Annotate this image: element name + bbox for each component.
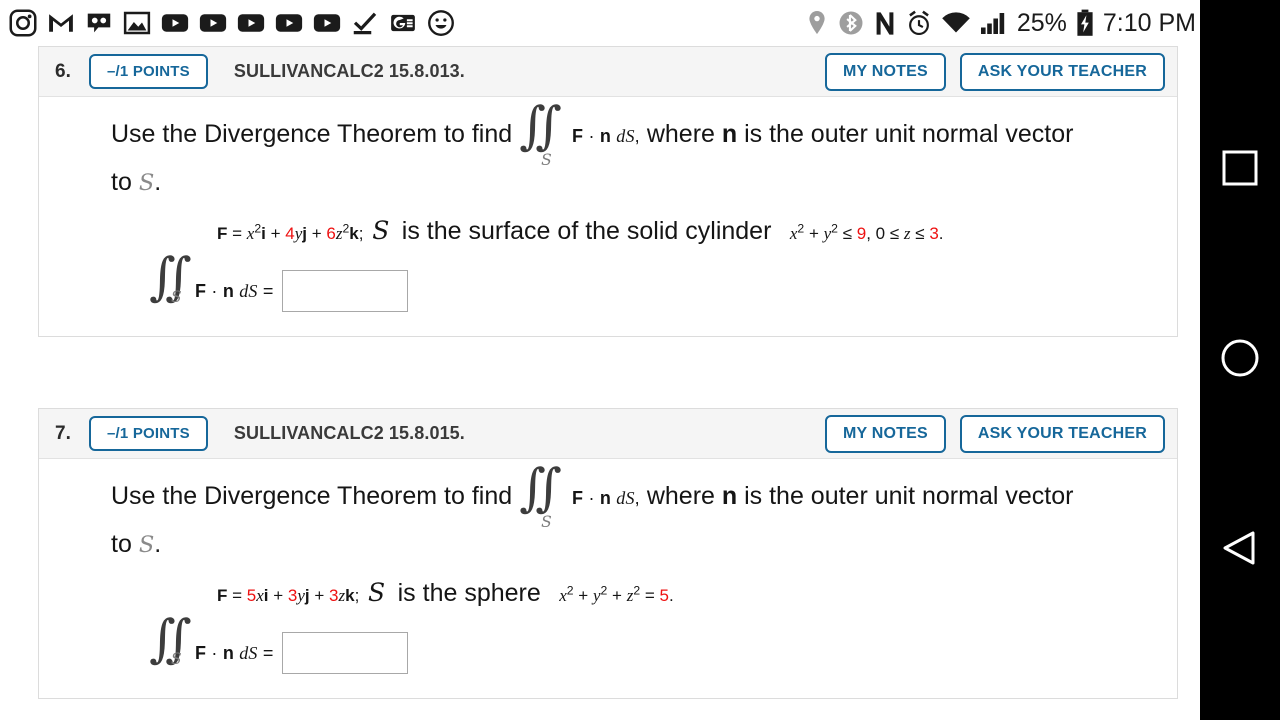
android-nav-bar <box>1200 0 1280 720</box>
problem-card-7: 7. –/1 POINTS SULLIVANCALC2 15.8.015. MY… <box>38 408 1178 699</box>
battery-percent-label: 25% <box>1016 8 1067 37</box>
prompt-bold-n-6: n <box>721 120 738 148</box>
alarm-icon <box>908 10 929 35</box>
question-prompt-line2-6: to S. <box>39 159 1177 206</box>
double-integral-icon-6: ∫ ∫ S <box>519 100 565 169</box>
answer-input-6[interactable] <box>281 270 408 312</box>
google-news-icon <box>391 14 415 32</box>
clock-label: 7:10 PM <box>1102 8 1196 37</box>
integral-subscript-7: S <box>541 513 552 532</box>
youtube-icon-2 <box>199 14 227 32</box>
vector-field-expression-7: F = 5xi + 3yj + 3zk; <box>217 586 365 605</box>
answer-label-6: ∫ ∫ S F · n dS = <box>149 246 274 307</box>
prompt-line2-post-7: . <box>154 530 162 558</box>
tasks-check-icon <box>353 12 377 35</box>
recents-button[interactable] <box>1200 128 1280 208</box>
youtube-icon-5 <box>313 14 341 32</box>
question-prompt-line1-7: Use the Divergence Theorem to find ∫ ∫ S… <box>39 462 1177 531</box>
back-triangle-icon <box>1223 531 1255 565</box>
notification-icons <box>0 8 456 38</box>
vector-field-expression-6: F = x2i + 4yj + 6z2k; <box>217 221 369 243</box>
battery-charging-icon <box>1077 9 1093 36</box>
status-bar: 25% 7:10 PM <box>0 0 1280 46</box>
my-notes-button-7[interactable]: MY NOTES <box>824 414 946 453</box>
cellular-signal-icon <box>980 13 1005 34</box>
problem-body-6: Use the Divergence Theorem to find ∫ ∫ S… <box>39 97 1177 336</box>
surface-condition-7: x2 + y2 + z2 = 5. <box>559 583 674 605</box>
prompt-line2-post-6: . <box>154 168 162 196</box>
answer-double-integral-icon-7: ∫ ∫ S <box>149 608 192 669</box>
answer-prefix-7: F · n dS = <box>195 642 274 663</box>
header-actions-6: MY NOTES ASK YOUR TEACHER <box>824 52 1165 91</box>
prompt-tail-7: where <box>646 482 715 510</box>
points-badge-7[interactable]: –/1 POINTS <box>89 416 208 451</box>
screen: 25% 7:10 PM 6. –/1 POINTS SULLIVANCALC2 … <box>0 0 1280 720</box>
answer-input-7[interactable] <box>281 632 408 674</box>
location-icon <box>809 11 825 34</box>
surface-symbol-6: S <box>372 216 390 245</box>
prompt-lead-7: Use the Divergence Theorem to find <box>111 482 513 510</box>
integral-expression-7: F · n dS, <box>572 488 640 508</box>
surface-description-7: is the sphere <box>397 579 541 607</box>
question-prompt-line1-6: Use the Divergence Theorem to find ∫ ∫ S… <box>39 100 1177 169</box>
integral-subscript-6: S <box>541 151 552 170</box>
vector-field-row-6: F = x2i + 4yj + 6z2k; S is the surface o… <box>39 214 1177 252</box>
instagram-icon <box>9 9 37 37</box>
surface-symbol-7: S <box>368 578 386 607</box>
ask-your-teacher-button-7[interactable]: ASK YOUR TEACHER <box>959 414 1165 453</box>
integral-expression-6: F · n dS, <box>572 126 640 146</box>
youtube-icon-3 <box>237 14 265 32</box>
answer-row-7: ∫ ∫ S F · n dS = <box>39 608 1177 674</box>
my-notes-button-6[interactable]: MY NOTES <box>824 52 946 91</box>
header-actions-7: MY NOTES ASK YOUR TEACHER <box>824 414 1165 453</box>
back-button[interactable] <box>1200 508 1280 588</box>
nfc-icon <box>876 11 894 35</box>
ask-your-teacher-button-6[interactable]: ASK YOUR TEACHER <box>959 52 1165 91</box>
problem-card-6: 6. –/1 POINTS SULLIVANCALC2 15.8.013. MY… <box>38 46 1178 337</box>
gallery-icon <box>123 11 151 35</box>
prompt-bold-n-7: n <box>721 482 738 510</box>
youtube-icon-1 <box>161 14 189 32</box>
prompt-line2-pre-7: to <box>111 530 132 558</box>
bluetooth-icon <box>839 11 863 35</box>
question-prompt-line2-7: to S. <box>39 521 1177 568</box>
answer-prefix-6: F · n dS = <box>195 280 274 301</box>
problem-header-6: 6. –/1 POINTS SULLIVANCALC2 15.8.013. MY… <box>39 47 1177 97</box>
wifi-icon <box>942 12 970 33</box>
problem-code-6: SULLIVANCALC2 15.8.013. <box>233 61 465 81</box>
answer-double-integral-icon-6: ∫ ∫ S <box>149 246 192 307</box>
problem-body-7: Use the Divergence Theorem to find ∫ ∫ S… <box>39 459 1177 698</box>
problem-number-7: 7. <box>55 422 71 444</box>
surface-condition-6: x2 + y2 ≤ 9, 0 ≤ z ≤ 3. <box>789 221 944 243</box>
recents-square-icon <box>1222 150 1258 186</box>
problem-header-7: 7. –/1 POINTS SULLIVANCALC2 15.8.015. MY… <box>39 409 1177 459</box>
surface-description-6: is the surface of the solid cylinder <box>401 217 772 245</box>
assignment-content: 6. –/1 POINTS SULLIVANCALC2 15.8.013. MY… <box>0 46 1200 720</box>
voicemail-icon <box>87 13 111 33</box>
points-badge-6[interactable]: –/1 POINTS <box>89 54 208 89</box>
problem-number-6: 6. <box>55 60 71 82</box>
prompt-tail2-6: is the outer unit normal vector <box>744 120 1074 148</box>
home-button[interactable] <box>1200 318 1280 398</box>
surface-symbol-line2-6: S <box>138 170 155 196</box>
smiley-icon <box>428 10 454 36</box>
system-status-icons: 25% 7:10 PM <box>805 0 1196 46</box>
prompt-lead-6: Use the Divergence Theorem to find <box>111 120 513 148</box>
answer-row-6: ∫ ∫ S F · n dS = <box>39 246 1177 312</box>
home-circle-icon <box>1221 339 1259 377</box>
problem-code-7: SULLIVANCALC2 15.8.015. <box>233 423 465 443</box>
answer-label-7: ∫ ∫ S F · n dS = <box>149 608 274 669</box>
prompt-tail-6: where <box>646 120 715 148</box>
surface-symbol-line2-7: S <box>138 532 155 558</box>
youtube-icon-4 <box>275 14 303 32</box>
prompt-line2-pre-6: to <box>111 168 132 196</box>
gmail-icon <box>49 14 73 32</box>
double-integral-icon-7: ∫ ∫ S <box>519 462 565 531</box>
prompt-tail2-7: is the outer unit normal vector <box>744 482 1074 510</box>
vector-field-row-7: F = 5xi + 3yj + 3zk; S is the sphere x2 … <box>39 576 1177 614</box>
